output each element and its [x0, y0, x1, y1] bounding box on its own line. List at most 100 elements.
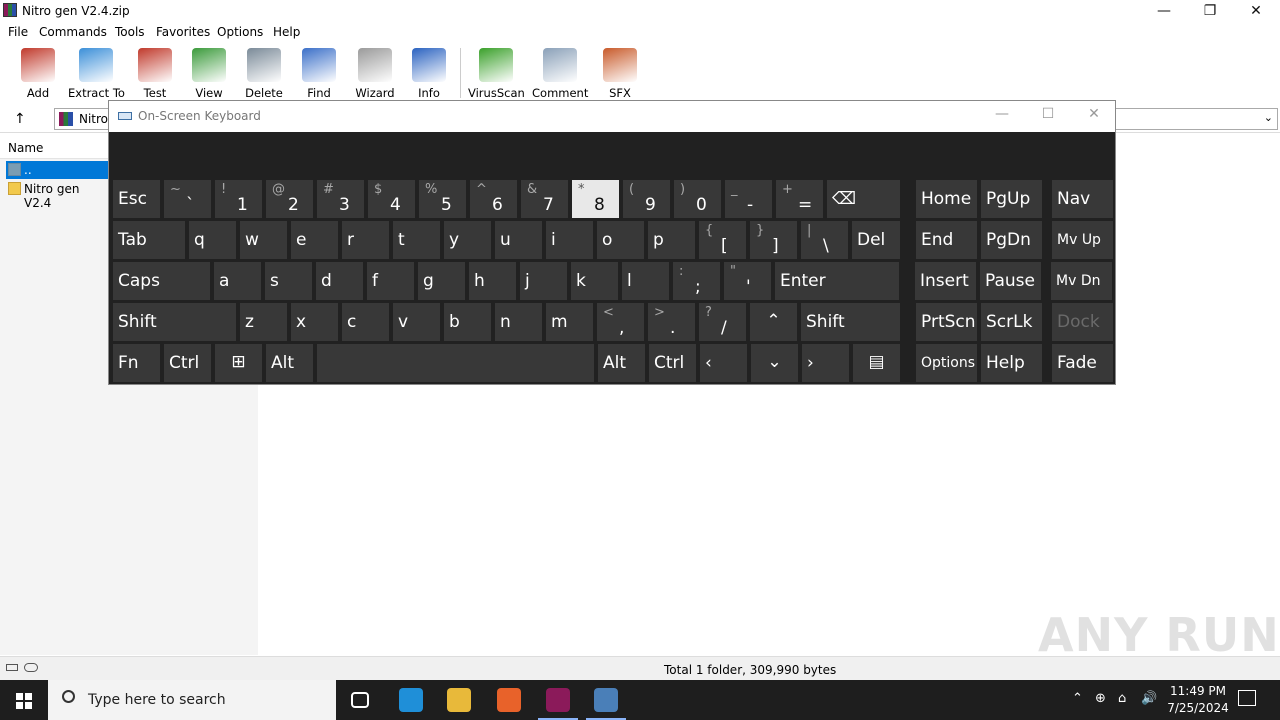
menu-tools[interactable]: Tools — [115, 25, 145, 39]
key-0[interactable]: ) 0 — [674, 180, 721, 218]
key-d[interactable]: d — [316, 262, 363, 300]
key-e[interactable]: e — [291, 221, 338, 259]
task-view-taskbar-button[interactable] — [336, 680, 384, 720]
menu-favorites[interactable]: Favorites — [156, 25, 210, 39]
key-o[interactable]: o — [597, 221, 644, 259]
key-n[interactable]: n — [495, 303, 542, 341]
key-ctrl[interactable]: Ctrl — [649, 344, 696, 382]
osk-maximize-button[interactable]: ☐ — [1033, 106, 1063, 122]
key-l[interactable]: l — [622, 262, 669, 300]
key-p[interactable]: p — [648, 221, 695, 259]
minimize-button[interactable]: — — [1141, 0, 1187, 22]
key-scrlk[interactable]: ScrLk — [981, 303, 1042, 341]
winrar-taskbar-button[interactable] — [534, 680, 582, 720]
key-esc[interactable]: Esc — [113, 180, 160, 218]
start-button[interactable] — [0, 680, 48, 720]
key-k[interactable]: k — [571, 262, 618, 300]
key-sym2[interactable]: ⊞ — [215, 344, 262, 382]
key-c[interactable]: c — [342, 303, 389, 341]
key-3[interactable]: #3 — [317, 180, 364, 218]
key-sym11[interactable]: {[ — [699, 221, 746, 259]
test-button[interactable]: Test — [127, 46, 183, 100]
key-t[interactable]: t — [393, 221, 440, 259]
key-alt[interactable]: Alt — [266, 344, 313, 382]
virusscan-button[interactable]: VirusScan — [468, 46, 525, 100]
taskbar-clock[interactable]: 11:49 PM 7/25/2024 — [1160, 683, 1236, 717]
network-icon[interactable]: ⌂ — [1118, 691, 1126, 706]
key-options[interactable]: Options — [916, 344, 977, 382]
key-s[interactable]: s — [265, 262, 312, 300]
key-mvdn[interactable]: Mv Dn — [1051, 262, 1112, 300]
key-sym10[interactable]: ▤ — [853, 344, 900, 382]
sfx-button[interactable]: SFX — [592, 46, 648, 100]
key-q[interactable]: q — [189, 221, 236, 259]
key-nav[interactable]: Nav — [1052, 180, 1113, 218]
delete-button[interactable]: Delete — [236, 46, 292, 100]
key-v[interactable]: v — [393, 303, 440, 341]
key-a[interactable]: a — [214, 262, 261, 300]
find-button[interactable]: Find — [291, 46, 347, 100]
key-fn[interactable]: Fn — [113, 344, 160, 382]
osk-app-taskbar-button[interactable] — [582, 680, 630, 720]
key-end[interactable]: End — [916, 221, 977, 259]
key-b[interactable]: b — [444, 303, 491, 341]
key-4[interactable]: $4 — [368, 180, 415, 218]
key-fade[interactable]: Fade — [1052, 344, 1113, 382]
key-sym8[interactable]: <, — [597, 303, 644, 341]
key-sym8[interactable]: ⌄ — [751, 344, 798, 382]
tray-overflow-icon[interactable]: ⌃ — [1072, 691, 1083, 706]
menu-commands[interactable]: Commands — [39, 25, 107, 39]
view-button[interactable]: View — [181, 46, 237, 100]
key-sym10[interactable]: :; — [673, 262, 720, 300]
key-sym11[interactable]: " ' — [724, 262, 771, 300]
volume-icon[interactable]: 🔊 — [1141, 691, 1157, 706]
key-sym14[interactable]: ⌫ — [827, 180, 900, 218]
key-sym1[interactable]: ~ ` — [164, 180, 211, 218]
key-r[interactable]: r — [342, 221, 389, 259]
key-sym13[interactable]: | \ — [801, 221, 848, 259]
key-pgdn[interactable]: PgDn — [981, 221, 1042, 259]
add-button[interactable]: Add — [10, 46, 66, 100]
key-sym7[interactable]: ‹ — [700, 344, 747, 382]
key-h[interactable]: h — [469, 262, 516, 300]
osk-minimize-button[interactable]: — — [987, 106, 1017, 122]
key-sym12[interactable]: _ - — [725, 180, 772, 218]
extract-to-button[interactable]: Extract To — [68, 46, 125, 100]
key-ctrl[interactable]: Ctrl — [164, 344, 211, 382]
key-sym9[interactable]: >. — [648, 303, 695, 341]
key-m[interactable]: m — [546, 303, 593, 341]
key-shift[interactable]: Shift — [113, 303, 236, 341]
key-caps[interactable]: Caps — [113, 262, 210, 300]
key-help[interactable]: Help — [981, 344, 1042, 382]
chevron-down-icon[interactable]: ⌄ — [1264, 111, 1273, 124]
file-explorer-taskbar-button[interactable] — [435, 680, 483, 720]
key-sym11[interactable]: ⌃ — [750, 303, 797, 341]
menu-file[interactable]: File — [8, 25, 28, 39]
notification-icon[interactable] — [1238, 690, 1256, 706]
key-space[interactable] — [317, 344, 594, 382]
key-i[interactable]: i — [546, 221, 593, 259]
menu-help[interactable]: Help — [273, 25, 300, 39]
key-pause[interactable]: Pause — [980, 262, 1041, 300]
key-y[interactable]: y — [444, 221, 491, 259]
key-pgup[interactable]: PgUp — [981, 180, 1042, 218]
key-j[interactable]: j — [520, 262, 567, 300]
firefox-taskbar-button[interactable] — [485, 680, 533, 720]
key-alt[interactable]: Alt — [598, 344, 645, 382]
list-item-parent[interactable]: .. — [6, 161, 110, 179]
key-u[interactable]: u — [495, 221, 542, 259]
key-f[interactable]: f — [367, 262, 414, 300]
key-mvup[interactable]: Mv Up — [1052, 221, 1113, 259]
tray-app-icon[interactable]: ⊕ — [1095, 691, 1106, 706]
key-6[interactable]: ^ 6 — [470, 180, 517, 218]
key-2[interactable]: @2 — [266, 180, 313, 218]
key-w[interactable]: w — [240, 221, 287, 259]
key-9[interactable]: (9 — [623, 180, 670, 218]
key-8[interactable]: * 8 — [572, 180, 619, 218]
key-home[interactable]: Home — [916, 180, 977, 218]
key-enter[interactable]: Enter — [775, 262, 899, 300]
key-sym13[interactable]: + = — [776, 180, 823, 218]
key-icon[interactable] — [24, 663, 38, 672]
key-1[interactable]: ! 1 — [215, 180, 262, 218]
key-z[interactable]: z — [240, 303, 287, 341]
